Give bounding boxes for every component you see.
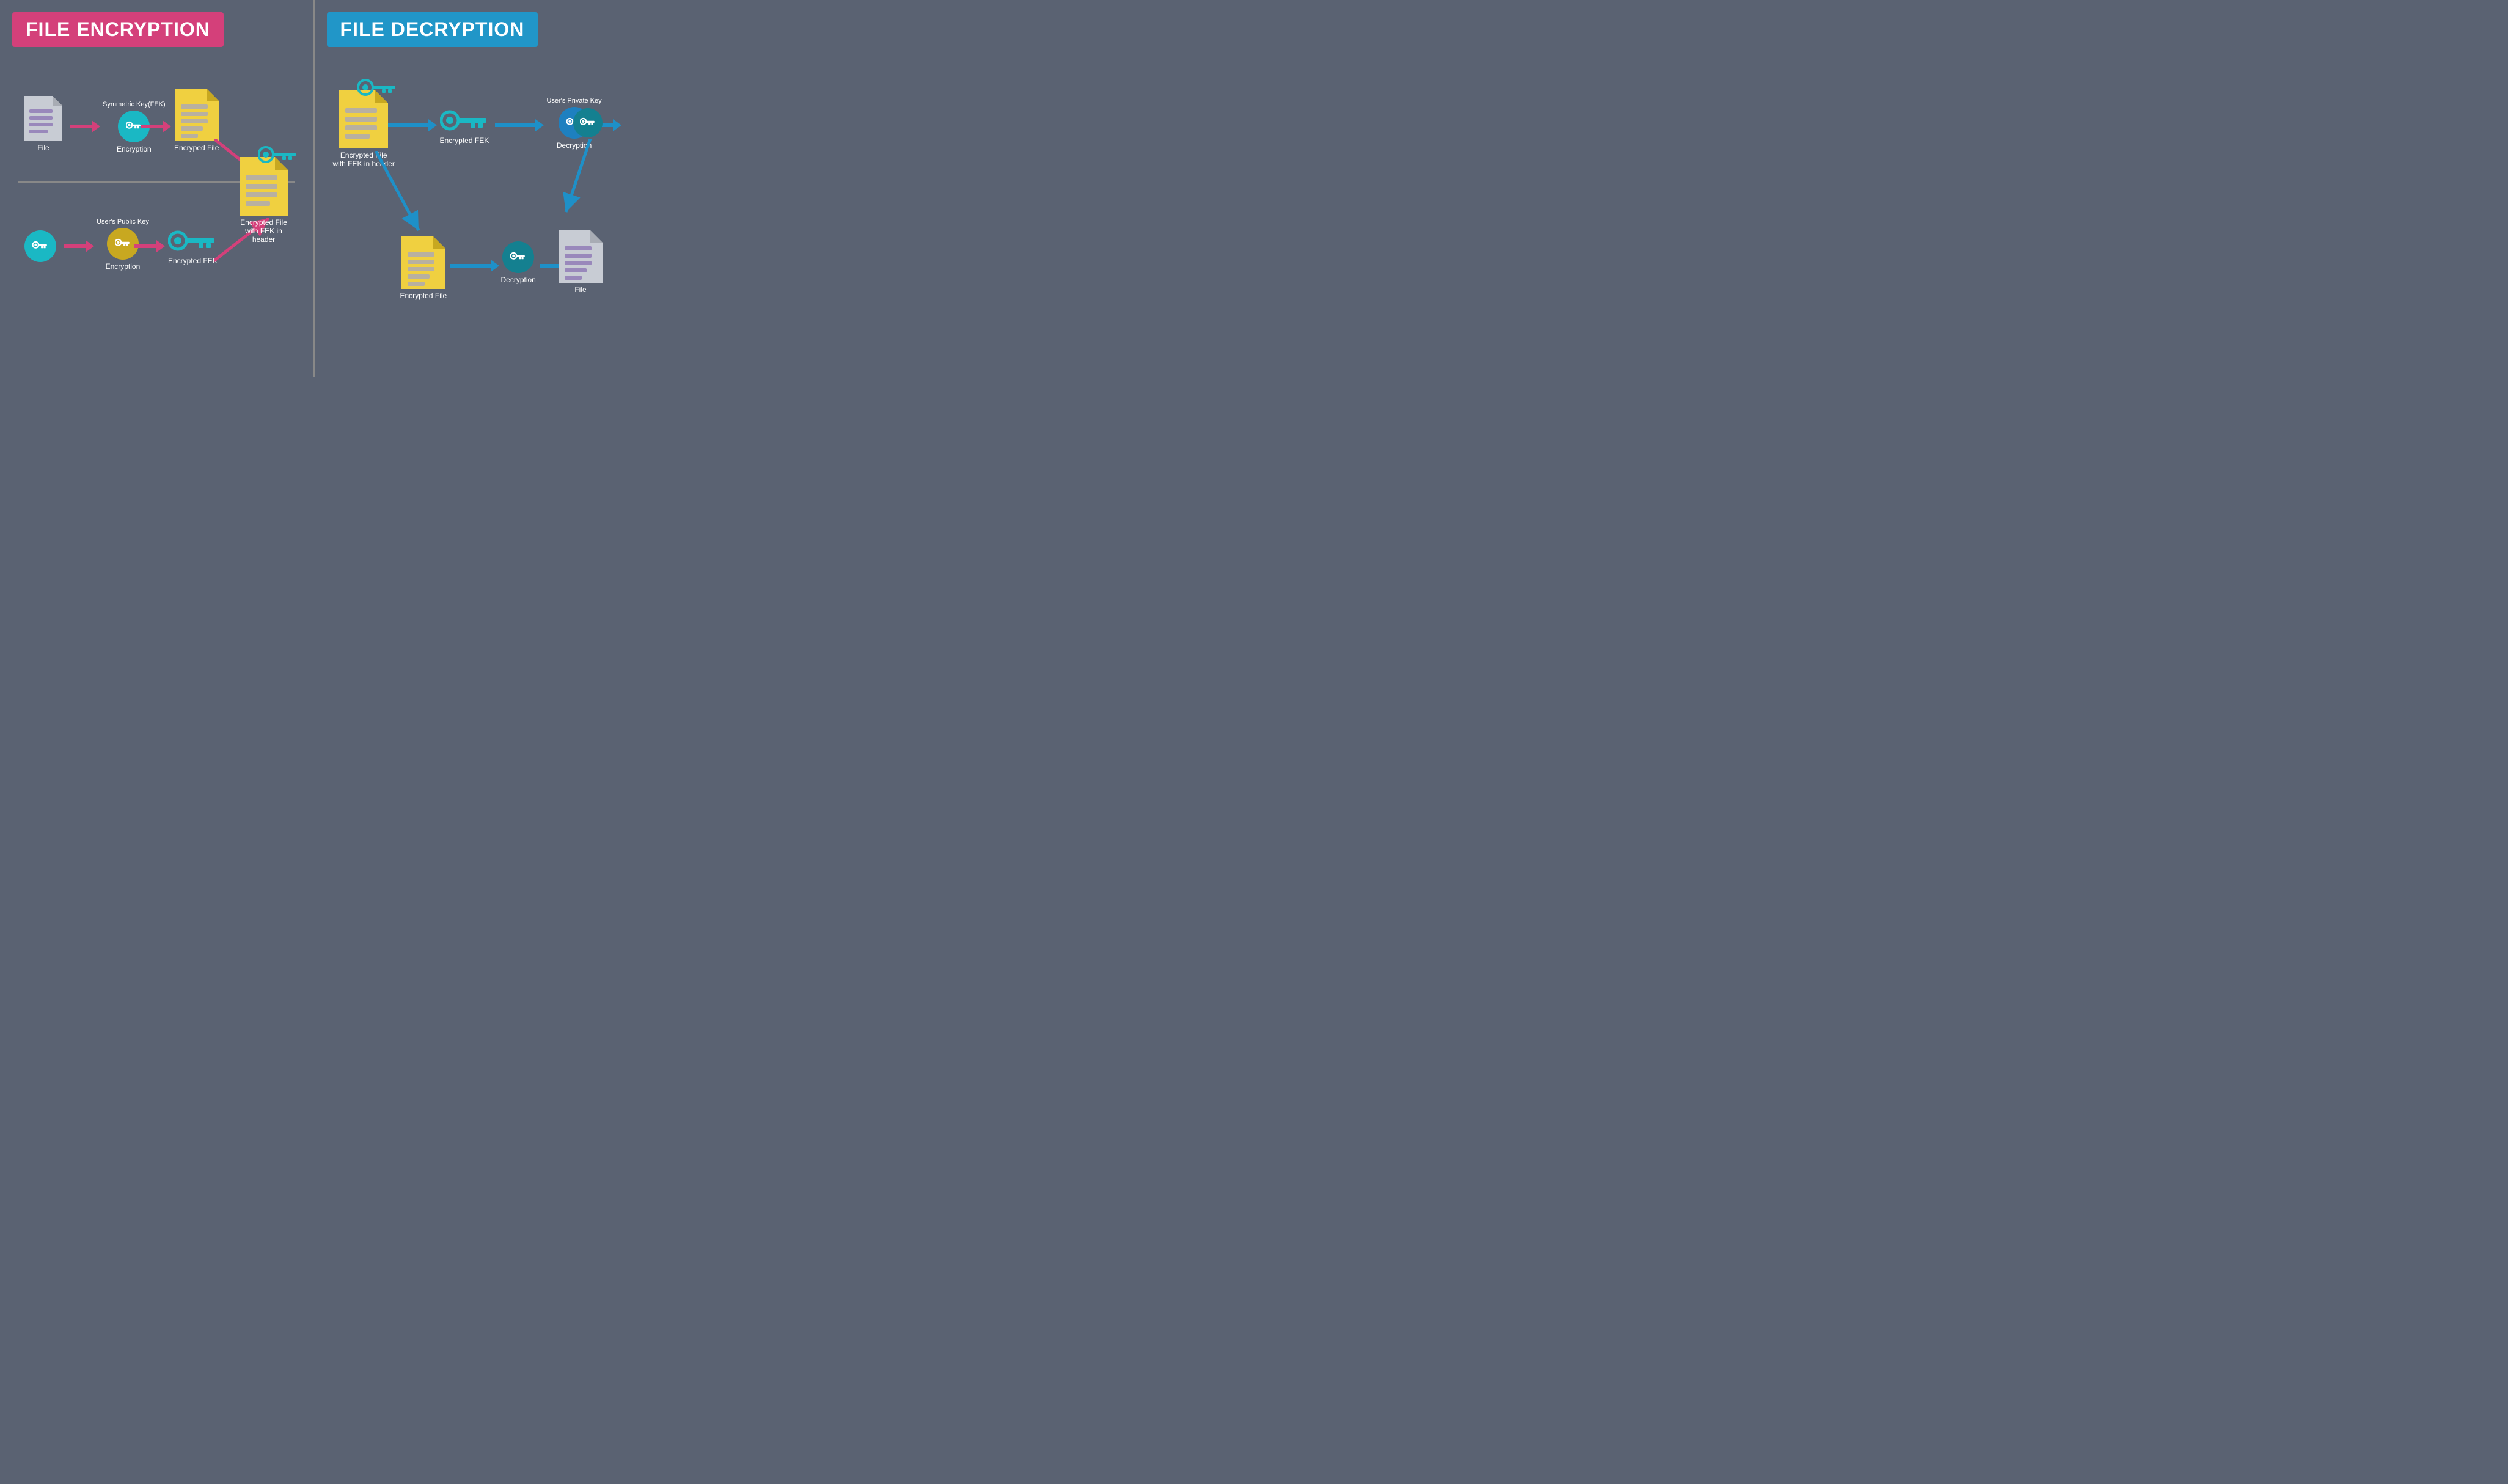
encrypted-file-label: Encryped File xyxy=(174,144,219,152)
public-key-label: User's Public Key xyxy=(97,218,149,225)
r-enc-fek-label: Encrypted FEK xyxy=(440,136,490,145)
encrypted-fek-group: Encrypted FEK xyxy=(168,227,218,265)
symmetric-key-label: Symmetric Key(FEK) xyxy=(103,101,166,108)
private-key-label: User's Private Key xyxy=(547,97,602,104)
r-arrow-to-dec2 xyxy=(450,260,499,275)
r-enc-file-label: Encrypted File xyxy=(400,291,447,300)
encrypted-file-doc: Encryped File xyxy=(174,89,219,152)
r-dec2-label: Decryption xyxy=(501,276,536,284)
r-output-file-label: File xyxy=(574,285,586,294)
r-output-file: File xyxy=(559,230,603,294)
r-arrow-to-enc-fek xyxy=(388,119,437,134)
public-key-group xyxy=(24,230,56,262)
main-container: FILE ENCRYPTION File xyxy=(0,0,627,377)
encryption1-label: Encryption xyxy=(117,145,152,153)
arrow-to-enc-fek xyxy=(134,240,165,255)
public-key-circle xyxy=(24,230,56,262)
right-title: FILE DECRYPTION xyxy=(327,12,538,47)
result-label: Encrypted Filewith FEK in header xyxy=(233,218,295,244)
arrow-to-enc2 xyxy=(64,240,94,255)
r-arrow-diag-down2 xyxy=(554,139,603,221)
left-title: FILE ENCRYPTION xyxy=(12,12,224,47)
r-small-key-icon xyxy=(573,108,603,137)
r-arrow-diag-down xyxy=(358,151,431,239)
r-enc-fek-group: Encrypted FEK xyxy=(440,107,490,145)
arrow-to-encryption xyxy=(70,120,100,136)
file-doc: File xyxy=(24,96,62,152)
r-small-key-circle xyxy=(573,108,603,137)
encrypted-fek-label: Encrypted FEK xyxy=(168,257,218,265)
result-doc-group: Encrypted Filewith FEK in header xyxy=(233,157,295,244)
r-enc-file-doc: Encrypted File xyxy=(400,236,447,300)
left-content: File Symmetric Key(FEK) xyxy=(12,59,301,365)
arrow-to-enc-file xyxy=(141,120,171,136)
r-dec2-group: Decryption xyxy=(501,241,536,284)
left-panel: FILE ENCRYPTION File xyxy=(0,0,313,377)
r-arrow-to-dec1 xyxy=(495,119,544,134)
right-content: Encrypted Filewith FEK in header En xyxy=(327,59,615,365)
right-panel: FILE DECRYPTION xyxy=(315,0,628,377)
file-label: File xyxy=(37,144,49,152)
r-dec2-circle xyxy=(502,241,534,273)
encryption2-label: Encryption xyxy=(106,262,141,271)
